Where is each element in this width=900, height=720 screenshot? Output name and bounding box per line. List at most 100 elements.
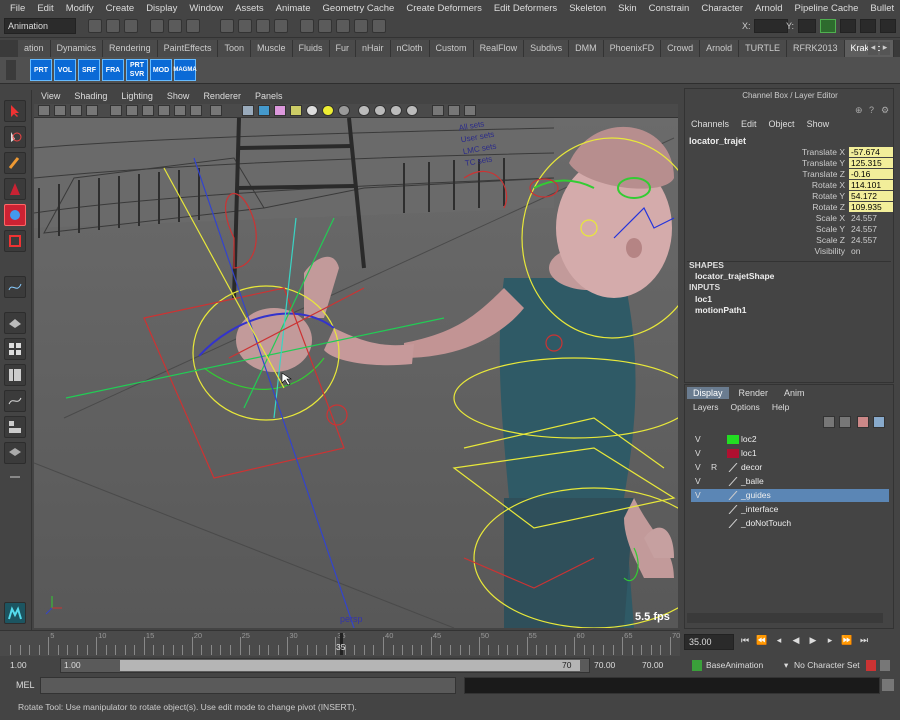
edit-menu[interactable]: Edit [735,119,763,133]
shelf-tab-custom[interactable]: Custom [429,40,474,57]
layer-row[interactable]: V Rdecor [691,461,889,474]
layer-color-swatch[interactable] [727,449,739,458]
channel-row[interactable]: Translate Y 125.315 [689,158,893,169]
script-editor-icon[interactable] [882,679,894,691]
playback-end-field[interactable]: 70.00 [594,660,615,670]
shelf-tab-fluids[interactable]: Fluids [292,40,330,57]
layer-color-swatch[interactable] [727,476,739,487]
default-light-icon[interactable] [322,105,334,116]
channel-value[interactable]: 24.557 [849,224,893,234]
channel-label[interactable]: Scale X [816,213,845,224]
channel-label[interactable]: Scale Z [816,235,845,246]
krakatoa-mod-button[interactable]: MOD [150,59,172,81]
menu-bullet[interactable]: Bullet [864,3,900,14]
time-slider[interactable]: 510152025303540455055606570 35 [0,630,680,656]
channel-value[interactable]: -0.16 [849,169,893,179]
single-pane-layout-icon[interactable] [4,312,26,334]
bookmark-icon[interactable] [70,105,82,116]
image-plane-icon[interactable] [86,105,98,116]
layer-color-swatch[interactable] [727,490,739,501]
channel-row[interactable]: Translate Z -0.16 [689,169,893,180]
channel-value[interactable]: 109.935 [849,202,893,212]
channel-row[interactable]: Scale Z 24.557 [689,235,891,246]
snap-curve-icon[interactable] [238,19,252,33]
channel-label[interactable]: Translate Y [802,158,845,169]
layer-name[interactable]: decor [741,461,762,474]
go-to-end-icon[interactable]: ⏭ [857,635,871,649]
safe-title-icon[interactable] [210,105,222,116]
ipr-render-icon[interactable] [336,19,350,33]
scene-end-field[interactable]: 70.00 [642,660,663,670]
toggle-channelbox-icon[interactable] [820,19,836,33]
shelf-tab-dynamics[interactable]: Dynamics [50,40,104,57]
menu-display[interactable]: Display [140,3,183,14]
channel-value[interactable]: 24.557 [849,213,893,223]
toggle-layer-editor-icon[interactable] [880,19,896,33]
menu-edit[interactable]: Edit [31,3,59,14]
step-forward-key-icon[interactable]: ⏩ [840,635,854,649]
channel-box-pin-icon[interactable]: ⊕ [855,105,865,115]
shelf-tab-crowd[interactable]: Crowd [661,40,701,57]
anti-aliasing-icon[interactable] [390,105,402,116]
select-tool-icon[interactable] [4,100,26,122]
krakatoa-magma-button[interactable]: MAGMA [173,59,197,81]
layer-name[interactable]: _balle [741,475,764,488]
panel-menu-renderer[interactable]: Renderer [196,90,248,104]
smooth-shade-icon[interactable] [258,105,270,116]
layer-row[interactable]: Vloc2 [691,433,889,446]
history-icon[interactable] [300,19,314,33]
range-slider-handle[interactable] [120,660,580,671]
channel-row[interactable]: Rotate Z 109.935 [689,202,893,213]
layer-color-swatch[interactable] [727,435,739,444]
select-camera-icon[interactable] [38,105,50,116]
shelf-tab-arnold[interactable]: Arnold [700,40,740,57]
shelf-tab-rfrk2013[interactable]: RFRK2013 [787,40,845,57]
layer-name[interactable]: _guides [741,489,771,502]
input-node-motionpath[interactable]: motionPath1 [695,305,746,315]
channel-row[interactable]: Scale X 24.557 [689,213,891,224]
layer-visibility-toggle[interactable]: V [695,447,707,460]
layer-name[interactable]: loc1 [741,447,757,460]
graph-editor-layout-icon[interactable] [4,390,26,412]
auto-key-icon[interactable] [866,660,876,671]
render-icon[interactable] [318,19,332,33]
channel-value[interactable]: 54.172 [849,191,893,201]
layer-color-swatch[interactable] [727,504,739,515]
channel-label[interactable]: Rotate X [812,180,845,191]
snap-point-icon[interactable] [256,19,270,33]
grid-icon[interactable] [110,105,122,116]
channel-row[interactable]: Scale Y 24.557 [689,224,891,235]
four-pane-layout-icon[interactable] [4,338,26,360]
command-input[interactable] [40,677,456,694]
menu-window[interactable]: Window [183,3,229,14]
ambient-occlusion-icon[interactable] [358,105,370,116]
shelf-tab-phoenixfd[interactable]: PhoenixFD [603,40,662,57]
layer-row[interactable]: V _guides [691,489,889,502]
channel-box-settings-icon[interactable]: ⚙ [881,105,891,115]
menu-animate[interactable]: Animate [270,3,317,14]
shelf-tab-ation[interactable]: ation [18,40,51,57]
move-layer-up-icon[interactable] [823,416,835,428]
lights-icon[interactable] [306,105,318,116]
channel-row[interactable]: Translate X -57.674 [689,147,893,158]
tab-anim[interactable]: Anim [778,387,811,399]
show-menu[interactable]: Show [801,119,836,133]
move-tool-icon[interactable] [4,178,26,200]
shape-node-name[interactable]: locator_trajetShape [695,271,774,281]
shelf-tab-ncloth[interactable]: nCloth [390,40,430,57]
depth-of-field-icon[interactable] [406,105,418,116]
layer-color-swatch[interactable] [727,462,739,473]
krakatoa-srf-button[interactable]: SRF [78,59,100,81]
panel-menu-view[interactable]: View [34,90,67,104]
xray-joints-icon[interactable] [464,105,476,116]
menu-constrain[interactable]: Constrain [643,3,696,14]
camera-attributes-icon[interactable] [54,105,66,116]
layer-row[interactable]: _interface [691,503,889,516]
go-to-start-icon[interactable]: ⏮ [738,635,752,649]
tab-display[interactable]: Display [687,387,729,399]
select-component-icon[interactable] [186,19,200,33]
panel-menu-show[interactable]: Show [160,90,197,104]
shelf-tab-fur[interactable]: Fur [329,40,357,57]
open-scene-icon[interactable] [106,19,120,33]
shadows-icon[interactable] [338,105,350,116]
